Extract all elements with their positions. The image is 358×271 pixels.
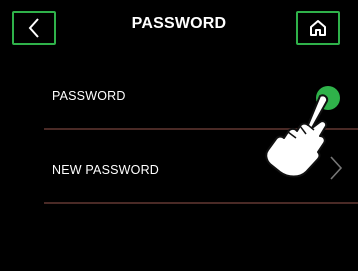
home-button[interactable]: [296, 11, 340, 45]
password-toggle[interactable]: [316, 86, 340, 110]
home-icon: [310, 20, 326, 36]
password-setting-label: PASSWORD: [52, 89, 126, 103]
new-password-row[interactable]: NEW PASSWORD: [44, 132, 358, 204]
password-setting-row[interactable]: PASSWORD: [44, 62, 358, 132]
divider: [44, 128, 358, 130]
password-screen: PASSWORD PASSWORD NEW PASSWORD: [0, 0, 358, 271]
chevron-right-icon: [330, 156, 343, 180]
new-password-label: NEW PASSWORD: [52, 163, 160, 177]
divider: [44, 202, 358, 204]
